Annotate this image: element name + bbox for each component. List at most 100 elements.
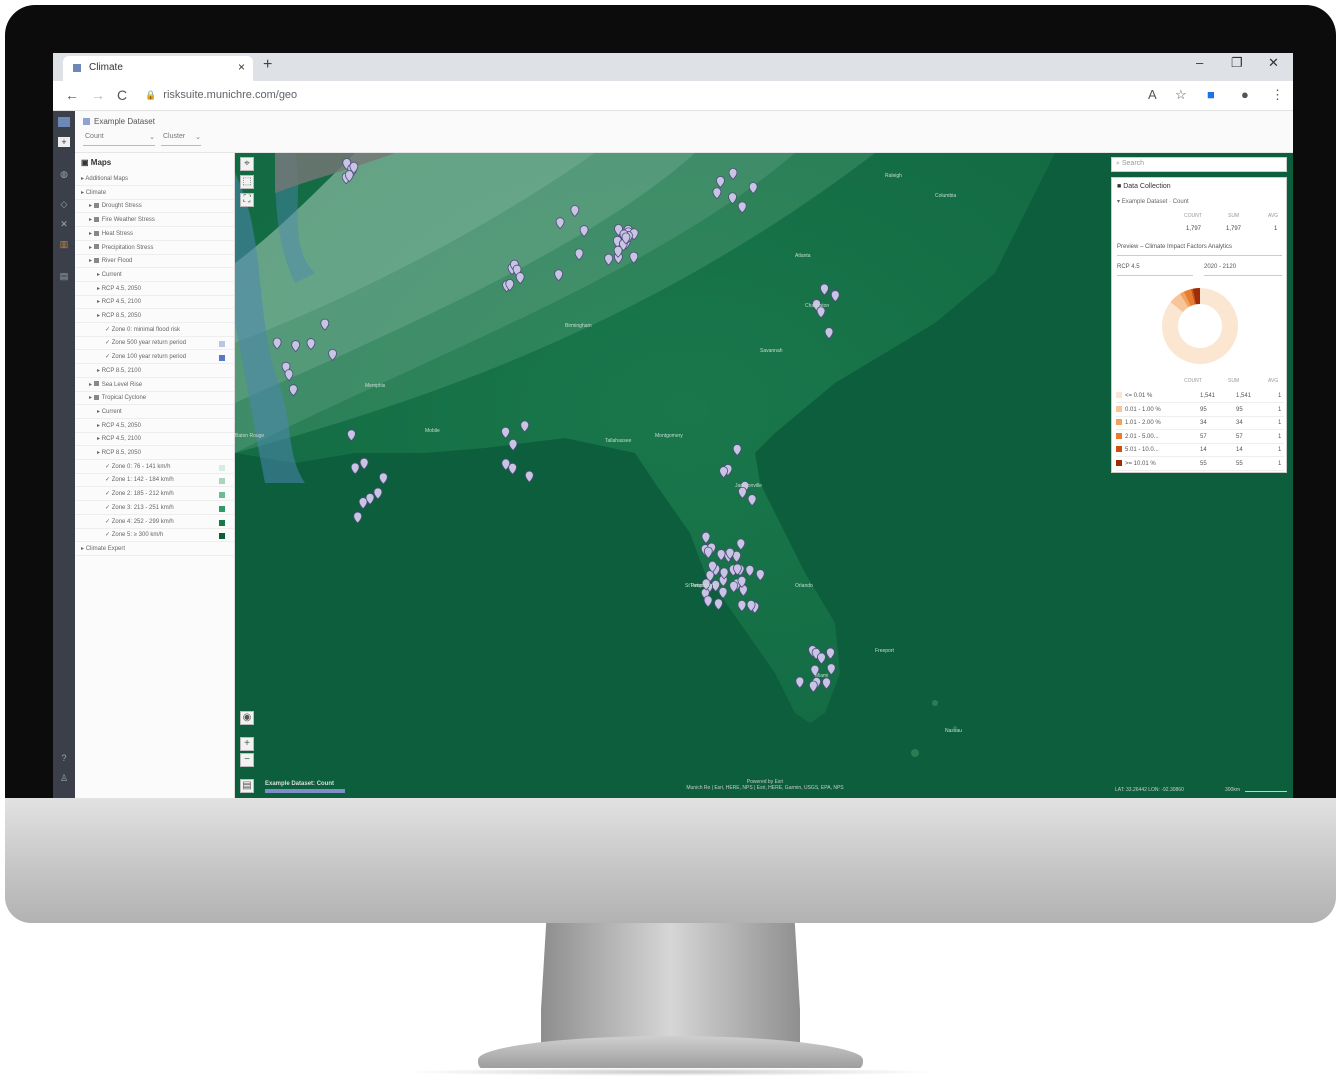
legend-col-avg: AVG bbox=[1268, 378, 1279, 384]
forward-button[interactable]: → bbox=[91, 87, 105, 103]
add-icon[interactable]: + bbox=[58, 137, 70, 147]
location-pin-icon[interactable] bbox=[378, 472, 388, 485]
check-icon[interactable]: ✓ bbox=[105, 327, 112, 333]
layer-row[interactable]: ▸ Fire Weather Stress bbox=[75, 214, 234, 228]
layer-row[interactable]: ▸ Drought Stress bbox=[75, 200, 234, 214]
user-icon[interactable]: ♙ bbox=[58, 773, 70, 783]
location-pin-icon[interactable] bbox=[359, 457, 369, 470]
location-pin-icon[interactable] bbox=[703, 595, 713, 608]
check-icon[interactable]: ✓ bbox=[105, 505, 112, 511]
address-bar[interactable]: 🔒 risksuite.munichre.com/geo bbox=[145, 86, 1105, 106]
layer-row[interactable]: ▸ RCP 4.5, 2050 bbox=[75, 283, 234, 296]
layer-row[interactable]: ▸ Tropical Cyclone bbox=[75, 392, 234, 406]
layer-label: Zone 0: 76 - 141 km/h bbox=[111, 463, 171, 470]
star-icon[interactable]: ☆ bbox=[1175, 87, 1187, 103]
legend-swatch bbox=[1116, 432, 1122, 439]
locate-icon[interactable]: ⌖ bbox=[240, 157, 254, 171]
select-icon[interactable]: ⬚ bbox=[240, 175, 254, 189]
layer-row[interactable]: ▸ Additional Maps bbox=[75, 173, 234, 186]
layer-row[interactable]: ✓ Zone 0: 76 - 141 km/h bbox=[75, 461, 234, 474]
layer-row[interactable]: ▸ Climate bbox=[75, 187, 234, 200]
restore-button[interactable]: ❐ bbox=[1231, 55, 1243, 71]
period-select[interactable]: 2020 - 2120 bbox=[1204, 264, 1282, 276]
new-tab-button[interactable]: + bbox=[263, 56, 272, 74]
legend-row[interactable]: 2.01 - 5.00... 57 57 1 bbox=[1116, 431, 1284, 444]
layer-row[interactable]: ✓ Zone 0: minimal flood risk bbox=[75, 324, 234, 337]
search-input[interactable]: ⌕ Search bbox=[1111, 157, 1287, 172]
location-pin-icon[interactable] bbox=[358, 497, 368, 510]
check-icon[interactable]: ✓ bbox=[105, 532, 112, 538]
metric-select[interactable]: Count ⌄ bbox=[83, 133, 155, 146]
layer-row[interactable]: ✓ Zone 3: 213 - 251 km/h bbox=[75, 502, 234, 515]
panel-dataset[interactable]: ▾ Example Dataset · Count bbox=[1117, 198, 1189, 205]
tab-close-button[interactable]: × bbox=[238, 60, 245, 74]
menu-icon[interactable]: ⋮ bbox=[1271, 87, 1284, 103]
layer-row[interactable]: ▸ Climate Expert bbox=[75, 543, 234, 556]
extension-icon[interactable]: ■ bbox=[1207, 87, 1215, 102]
location-pin-icon[interactable] bbox=[714, 598, 723, 611]
layers-icon[interactable]: ◇ bbox=[58, 199, 70, 209]
tools-icon[interactable]: ✕ bbox=[58, 219, 70, 229]
layer-row[interactable]: ✓ Zone 5: ≥ 300 km/h bbox=[75, 529, 234, 543]
profile-icon[interactable]: ● bbox=[1241, 87, 1249, 102]
layer-row[interactable]: ▸ Precipitation Stress bbox=[75, 242, 234, 255]
scenario-select[interactable]: RCP 4.5 bbox=[1117, 264, 1193, 276]
analytics-select[interactable]: Preview – Climate Impact Factors Analyti… bbox=[1117, 244, 1282, 256]
location-pin-icon[interactable] bbox=[353, 511, 363, 524]
legend-count: 55 bbox=[1200, 460, 1207, 467]
legend-label: 5.01 - 10.0... bbox=[1125, 447, 1159, 453]
location-pin-icon[interactable] bbox=[524, 470, 534, 483]
layer-row[interactable]: ▸ RCP 8.5, 2050 bbox=[75, 310, 234, 323]
map-icon[interactable]: ▥ bbox=[58, 239, 70, 249]
check-icon[interactable]: ✓ bbox=[105, 340, 112, 346]
location-pin-icon[interactable] bbox=[350, 462, 360, 475]
layer-row[interactable]: ▸ Heat Stress bbox=[75, 228, 234, 241]
close-window-button[interactable]: ✕ bbox=[1268, 55, 1279, 71]
city-label: Mobile bbox=[425, 428, 440, 434]
layer-row[interactable]: ▸ Current bbox=[75, 406, 234, 419]
location-pin-icon[interactable] bbox=[508, 438, 518, 451]
layer-row[interactable]: ▸ RCP 8.5, 2050 bbox=[75, 447, 234, 460]
legend-row[interactable]: 0.01 - 1.00 % 95 95 1 bbox=[1116, 404, 1284, 417]
layer-row[interactable]: ✓ Zone 2: 185 - 212 km/h bbox=[75, 488, 234, 502]
browser-tab[interactable]: Climate × bbox=[63, 56, 253, 81]
legend-row[interactable]: >= 10.01 % 55 55 1 bbox=[1116, 458, 1284, 471]
legend-row[interactable]: 1.01 - 2.00 % 34 34 1 bbox=[1116, 417, 1284, 430]
minimize-button[interactable]: – bbox=[1196, 55, 1203, 70]
check-icon[interactable]: ✓ bbox=[105, 519, 112, 525]
reload-button[interactable]: C bbox=[117, 87, 127, 103]
donut-chart bbox=[1162, 288, 1238, 364]
translate-icon[interactable]: A bbox=[1148, 87, 1157, 102]
fullscreen-icon[interactable]: ⛶ bbox=[240, 193, 254, 207]
basemap-icon[interactable]: ◉ bbox=[240, 711, 254, 725]
back-button[interactable]: ← bbox=[65, 87, 79, 103]
legend-row[interactable]: <= 0.01 % 1,541 1,541 1 bbox=[1116, 390, 1284, 403]
check-icon[interactable]: ✓ bbox=[105, 464, 112, 470]
layer-row[interactable]: ▸ RCP 8.5, 2100 bbox=[75, 365, 234, 378]
check-icon[interactable]: ✓ bbox=[105, 354, 112, 360]
mode-select[interactable]: Cluster ⌄ bbox=[161, 133, 201, 146]
location-pin-icon[interactable] bbox=[373, 487, 383, 500]
layer-row[interactable]: ▸ Sea Level Rise bbox=[75, 379, 234, 392]
zoom-out-button[interactable]: − bbox=[240, 753, 254, 767]
legend-row[interactable]: 5.01 - 10.0... 14 14 1 bbox=[1116, 444, 1284, 457]
legend-avg: 1 bbox=[1278, 433, 1282, 440]
zoom-in-button[interactable]: + bbox=[240, 737, 254, 751]
layer-row[interactable]: ▸ Current bbox=[75, 269, 234, 282]
map-view[interactable]: ⌖ ⬚ ⛶ ◉ + − ▤ Memphis Atlanta Birmingham Mo… bbox=[235, 153, 1293, 798]
layer-row[interactable]: ✓ Zone 500 year return period bbox=[75, 337, 234, 351]
check-icon[interactable]: ✓ bbox=[105, 477, 112, 483]
layer-row[interactable]: ✓ Zone 100 year return period bbox=[75, 351, 234, 365]
help-icon[interactable]: ? bbox=[58, 753, 70, 763]
layer-row[interactable]: ✓ Zone 4: 252 - 299 km/h bbox=[75, 516, 234, 529]
globe-icon[interactable]: ◍ bbox=[58, 169, 70, 179]
layer-row[interactable]: ✓ Zone 1: 142 - 184 km/h bbox=[75, 474, 234, 488]
layer-row[interactable]: ▸ RCP 4.5, 2100 bbox=[75, 433, 234, 447]
table-icon[interactable]: ▤ bbox=[58, 271, 70, 281]
dataset-name[interactable]: Example Dataset bbox=[83, 117, 155, 126]
legend-swatch bbox=[1116, 459, 1122, 466]
layer-row[interactable]: ▸ RCP 4.5, 2050 bbox=[75, 420, 234, 433]
layer-row[interactable]: ▸ RCP 4.5, 2100 bbox=[75, 296, 234, 310]
layer-row[interactable]: ▸ River Flood bbox=[75, 255, 234, 269]
check-icon[interactable]: ✓ bbox=[105, 491, 112, 497]
